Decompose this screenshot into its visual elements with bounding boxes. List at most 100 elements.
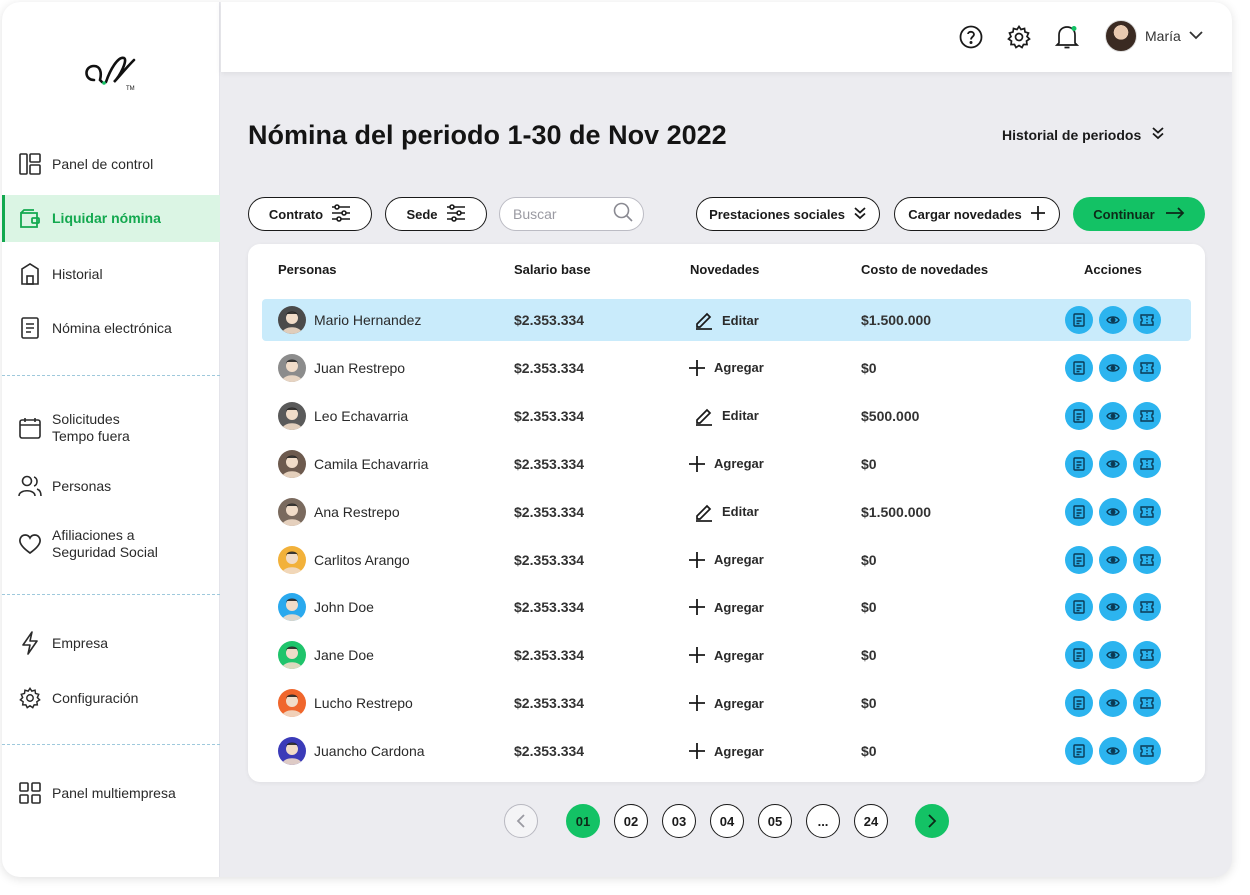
ticket-action-button[interactable] xyxy=(1133,449,1161,478)
table-row[interactable]: Juancho Cardona $2.353.334 Agregar $0 xyxy=(262,730,1191,772)
ticket-action-button[interactable] xyxy=(1133,401,1161,430)
person-cell: Mario Hernandez xyxy=(278,299,421,341)
document-action-button[interactable] xyxy=(1065,353,1093,382)
ticket-action-button[interactable] xyxy=(1133,353,1161,382)
table-row[interactable]: Leo Echavarria $2.353.334 Editar $500.000 xyxy=(262,395,1191,437)
pagination-prev-button[interactable] xyxy=(504,804,538,838)
document-action-button[interactable] xyxy=(1065,497,1093,526)
document-action-button[interactable] xyxy=(1065,545,1093,574)
add-novedad-button[interactable]: Agregar xyxy=(688,539,764,581)
view-action-button[interactable] xyxy=(1099,306,1127,334)
pagination-page[interactable]: 01 xyxy=(566,804,600,838)
table-row[interactable]: Juan Restrepo $2.353.334 Agregar $0 xyxy=(262,347,1191,389)
person-name[interactable]: Ana Restrepo xyxy=(314,504,400,520)
sidebar-item-empresa[interactable]: Empresa xyxy=(2,629,220,657)
document-action-button[interactable] xyxy=(1065,593,1093,622)
document-action-button[interactable] xyxy=(1065,641,1093,670)
ticket-action-button[interactable] xyxy=(1133,593,1161,622)
document-action-button[interactable] xyxy=(1065,449,1093,478)
pagination-page[interactable]: 05 xyxy=(758,804,792,838)
view-action-button[interactable] xyxy=(1099,545,1127,574)
view-action-button[interactable] xyxy=(1099,641,1127,670)
ticket-action-button[interactable] xyxy=(1133,737,1161,766)
column-header: Salario base xyxy=(514,262,591,277)
add-novedad-button[interactable]: Agregar xyxy=(688,730,764,772)
table-row[interactable]: Lucho Restrepo $2.353.334 Agregar $0 xyxy=(262,682,1191,724)
plus-icon xyxy=(688,694,706,712)
bell-icon[interactable] xyxy=(1054,24,1080,50)
person-name[interactable]: Juancho Cardona xyxy=(314,743,425,759)
search-icon[interactable] xyxy=(613,202,633,227)
edit-novedad-button[interactable]: Editar xyxy=(694,299,759,341)
view-action-button[interactable] xyxy=(1099,449,1127,478)
ticket-action-button[interactable] xyxy=(1133,545,1161,574)
ticket-action-button[interactable] xyxy=(1133,306,1161,334)
history-periods-dropdown[interactable]: Historial de periodos xyxy=(1002,126,1165,143)
person-name[interactable]: Camila Echavarria xyxy=(314,456,428,472)
edit-novedad-button[interactable]: Editar xyxy=(694,395,759,437)
table-row[interactable]: Carlitos Arango $2.353.334 Agregar $0 xyxy=(262,539,1191,581)
person-name[interactable]: Mario Hernandez xyxy=(314,312,421,328)
sidebar-item-solicitudes[interactable]: Solicitudes Tempo fuera xyxy=(2,410,220,446)
person-name[interactable]: Jane Doe xyxy=(314,647,374,663)
person-name[interactable]: Lucho Restrepo xyxy=(314,695,413,711)
sidebar-item-configuracion[interactable]: Configuración xyxy=(2,684,220,712)
search-input[interactable] xyxy=(513,206,609,222)
pagination-page[interactable]: 24 xyxy=(854,804,888,838)
table-row[interactable]: Jane Doe $2.353.334 Agregar $0 xyxy=(262,634,1191,676)
view-action-button[interactable] xyxy=(1099,401,1127,430)
add-novedad-button[interactable]: Agregar xyxy=(688,586,764,628)
pagination-page[interactable]: 04 xyxy=(710,804,744,838)
view-action-button[interactable] xyxy=(1099,689,1127,718)
sidebar-item-label: Personas xyxy=(52,477,112,494)
sidebar-item-liquidar-nomina[interactable]: Liquidar nómina xyxy=(2,195,220,242)
pagination-next-button[interactable] xyxy=(915,804,949,838)
add-novedad-button[interactable]: Agregar xyxy=(688,443,764,485)
settings-icon[interactable] xyxy=(1006,24,1032,50)
ticket-action-button[interactable] xyxy=(1133,497,1161,526)
view-action-button[interactable] xyxy=(1099,737,1127,766)
table-row[interactable]: John Doe $2.353.334 Agregar $0 xyxy=(262,586,1191,628)
view-action-button[interactable] xyxy=(1099,497,1127,526)
sidebar-item-personas[interactable]: Personas xyxy=(2,472,220,500)
ticket-action-button[interactable] xyxy=(1133,641,1161,670)
prestaciones-sociales-dropdown[interactable]: Prestaciones sociales xyxy=(696,197,880,231)
sidebar-item-afiliaciones[interactable]: Afiliaciones a Seguridad Social xyxy=(2,526,220,562)
document-action-button[interactable] xyxy=(1065,737,1093,766)
add-novedad-button[interactable]: Agregar xyxy=(688,682,764,724)
sidebar-item-label-line: Seguridad Social xyxy=(52,544,158,560)
sidebar-item-historial[interactable]: Historial xyxy=(2,260,220,288)
brand-logo[interactable]: TM xyxy=(80,50,144,92)
contrato-filter-button[interactable]: Contrato xyxy=(248,197,372,231)
add-novedad-button[interactable]: Agregar xyxy=(688,634,764,676)
view-action-button[interactable] xyxy=(1099,353,1127,382)
ticket-action-button[interactable] xyxy=(1133,689,1161,718)
document-action-button[interactable] xyxy=(1065,306,1093,334)
cargar-novedades-button[interactable]: Cargar novedades xyxy=(894,197,1060,231)
pagination-page[interactable]: 02 xyxy=(614,804,648,838)
person-name[interactable]: Juan Restrepo xyxy=(314,360,405,376)
sidebar-item-panel-multiempresa[interactable]: Panel multiempresa xyxy=(2,779,220,807)
sidebar-item-panel-de-control[interactable]: Panel de control xyxy=(2,150,220,178)
person-name[interactable]: Carlitos Arango xyxy=(314,552,410,568)
double-chevron-down-icon xyxy=(1151,126,1165,143)
pagination-page[interactable]: 03 xyxy=(662,804,696,838)
salary-cell: $2.353.334 xyxy=(514,599,585,616)
sede-filter-button[interactable]: Sede xyxy=(385,197,487,231)
table-row[interactable]: Mario Hernandez $2.353.334 Editar $1.500.00… xyxy=(262,299,1191,341)
user-menu[interactable]: María xyxy=(1105,20,1203,52)
view-action-button[interactable] xyxy=(1099,593,1127,622)
table-row[interactable]: Camila Echavarria $2.353.334 Agregar $0 xyxy=(262,443,1191,485)
document-action-button[interactable] xyxy=(1065,689,1093,718)
help-icon[interactable] xyxy=(958,24,984,50)
pagination-ellipsis[interactable]: ... xyxy=(806,804,840,838)
continue-button[interactable]: Continuar xyxy=(1073,197,1205,231)
document-action-button[interactable] xyxy=(1065,401,1093,430)
add-novedad-button[interactable]: Agregar xyxy=(688,347,764,389)
person-name[interactable]: Leo Echavarria xyxy=(314,408,408,424)
novedad-label: Agregar xyxy=(714,456,764,472)
edit-novedad-button[interactable]: Editar xyxy=(694,491,759,533)
table-row[interactable]: Ana Restrepo $2.353.334 Editar $1.500.000 xyxy=(262,491,1191,533)
sidebar-item-nomina-electronica[interactable]: Nómina electrónica xyxy=(2,314,220,342)
person-name[interactable]: John Doe xyxy=(314,599,374,615)
